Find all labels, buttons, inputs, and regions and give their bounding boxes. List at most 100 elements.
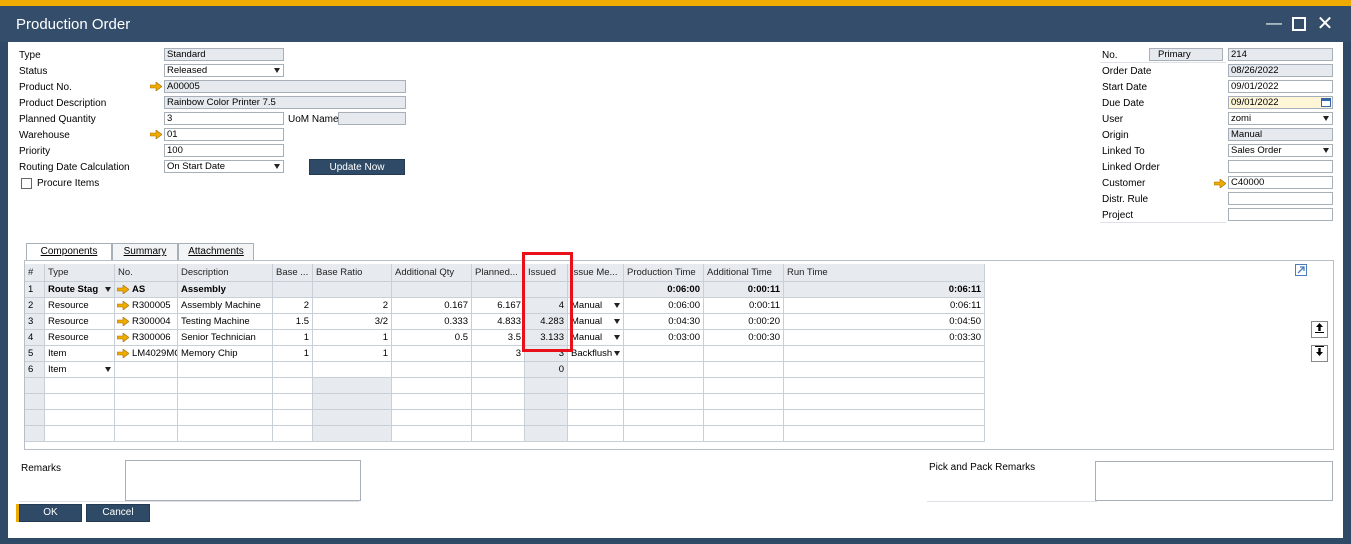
component-cell-run-time[interactable]: 0:04:50	[784, 314, 985, 330]
component-cell-base-ratio[interactable]: 2	[313, 298, 392, 314]
component-cell-run-time[interactable]	[784, 346, 985, 362]
component-cell-additional-time[interactable]: 0:00:30	[704, 330, 784, 346]
origin-field[interactable]: Manual	[1228, 128, 1333, 141]
component-cell-production-time[interactable]: 0:03:00	[624, 330, 704, 346]
type-field[interactable]: Standard	[164, 48, 284, 61]
chevron-down-icon[interactable]	[614, 303, 620, 308]
due-date-field[interactable]: 09/01/2022	[1228, 96, 1333, 109]
ok-button[interactable]: OK	[19, 504, 82, 522]
priority-field[interactable]: 100	[164, 144, 284, 157]
component-cell-additional-time[interactable]: 0:00:11	[704, 298, 784, 314]
component-cell-issue-method[interactable]: Manual	[568, 298, 624, 314]
cancel-button[interactable]: Cancel	[86, 504, 150, 522]
component-cell-type[interactable]: Item	[45, 346, 115, 362]
component-cell-planned-qty[interactable]: 4.833	[472, 314, 525, 330]
procure-items-checkbox[interactable]	[21, 178, 32, 189]
component-cell-type[interactable]: Resource	[45, 330, 115, 346]
doc-no-field[interactable]: 214	[1228, 48, 1333, 61]
minimize-icon[interactable]: —	[1262, 12, 1286, 36]
component-cell-item-no[interactable]: LM4029MC	[115, 346, 178, 362]
component-cell-description[interactable]: Senior Technician	[178, 330, 273, 346]
component-cell-item-no[interactable]: R300005	[115, 298, 178, 314]
component-cell-issue-method[interactable]: Backflush	[568, 346, 624, 362]
column-header-base-qty[interactable]: Base ...	[273, 264, 313, 282]
component-cell-description[interactable]: Testing Machine	[178, 314, 273, 330]
component-cell-additional-qty[interactable]: 0.5	[392, 330, 472, 346]
component-cell-run-time[interactable]	[784, 362, 985, 378]
update-now-button[interactable]: Update Now	[309, 159, 405, 175]
component-cell-planned-qty[interactable]: 6.167	[472, 298, 525, 314]
maximize-icon[interactable]	[1287, 12, 1311, 36]
pick-pack-textarea[interactable]	[1095, 461, 1333, 501]
chevron-down-icon[interactable]	[105, 367, 111, 372]
product-desc-field[interactable]: Rainbow Color Printer 7.5	[164, 96, 406, 109]
linked-order-field[interactable]	[1228, 160, 1333, 173]
close-icon[interactable]: ✕	[1313, 12, 1337, 36]
chevron-down-icon[interactable]	[614, 335, 620, 340]
uom-field[interactable]	[338, 112, 406, 125]
series-field[interactable]: Primary	[1149, 48, 1223, 61]
component-cell-run-time[interactable]: 0:03:30	[784, 330, 985, 346]
component-cell-planned-qty[interactable]	[472, 362, 525, 378]
component-cell-run-time[interactable]: 0:06:11	[784, 298, 985, 314]
component-cell-additional-qty[interactable]: 0.333	[392, 314, 472, 330]
component-cell-production-time[interactable]: 0:04:30	[624, 314, 704, 330]
user-select[interactable]: zomi	[1228, 112, 1333, 125]
component-cell-base-ratio[interactable]	[313, 362, 392, 378]
component-cell-base-ratio[interactable]: 1	[313, 330, 392, 346]
column-header-row-num[interactable]: #	[25, 264, 45, 282]
link-arrow-icon[interactable]	[1214, 179, 1226, 188]
column-header-additional-time[interactable]: Additional Time	[704, 264, 784, 282]
component-cell-additional-time[interactable]	[704, 362, 784, 378]
calendar-icon[interactable]	[1321, 98, 1331, 107]
linked-to-select[interactable]: Sales Order	[1228, 144, 1333, 157]
component-cell-production-time[interactable]: 0:06:00	[624, 298, 704, 314]
column-header-issue-method[interactable]: Issue Me...	[568, 264, 624, 282]
link-arrow-icon[interactable]	[117, 285, 129, 294]
component-cell-base-qty[interactable]	[273, 362, 313, 378]
tab-attachments[interactable]: Attachments	[178, 243, 254, 261]
component-cell-production-time[interactable]	[624, 346, 704, 362]
column-header-description[interactable]: Description	[178, 264, 273, 282]
component-cell-base-qty[interactable]: 1	[273, 346, 313, 362]
remarks-textarea[interactable]	[125, 460, 361, 501]
component-cell-production-time[interactable]	[624, 362, 704, 378]
component-cell-type[interactable]: Resource	[45, 314, 115, 330]
product-no-field[interactable]: A00005	[164, 80, 406, 93]
component-cell-issue-method[interactable]: Manual	[568, 330, 624, 346]
link-arrow-icon[interactable]	[117, 301, 129, 310]
tab-summary[interactable]: Summary	[112, 243, 178, 261]
component-cell-description[interactable]	[178, 362, 273, 378]
component-cell-additional-qty[interactable]	[392, 346, 472, 362]
component-cell-base-ratio[interactable]: 3/2	[313, 314, 392, 330]
component-cell-item-no[interactable]	[115, 362, 178, 378]
component-cell-description[interactable]: Assembly Machine	[178, 298, 273, 314]
tab-components[interactable]: Components	[26, 243, 112, 261]
component-cell-issue-method[interactable]	[568, 362, 624, 378]
project-field[interactable]	[1228, 208, 1333, 221]
component-cell-additional-time[interactable]: 0:00:20	[704, 314, 784, 330]
start-date-field[interactable]: 09/01/2022	[1228, 80, 1333, 93]
column-header-production-time[interactable]: Production Time	[624, 264, 704, 282]
link-arrow-icon[interactable]	[117, 349, 129, 358]
component-cell-base-qty[interactable]: 2	[273, 298, 313, 314]
component-cell-item-no[interactable]: R300004	[115, 314, 178, 330]
component-cell-planned-qty[interactable]: 3	[472, 346, 525, 362]
component-cell-additional-qty[interactable]	[392, 362, 472, 378]
component-cell-issue-method[interactable]: Manual	[568, 314, 624, 330]
link-arrow-icon[interactable]	[150, 130, 162, 139]
column-header-type[interactable]: Type	[45, 264, 115, 282]
distr-rule-field[interactable]	[1228, 192, 1333, 205]
component-cell-additional-qty[interactable]: 0.167	[392, 298, 472, 314]
column-header-planned-qty[interactable]: Planned...	[472, 264, 525, 282]
column-header-additional-qty[interactable]: Additional Qty	[392, 264, 472, 282]
status-select[interactable]: Released	[164, 64, 284, 77]
order-date-field[interactable]: 08/26/2022	[1228, 64, 1333, 77]
chevron-down-icon[interactable]	[614, 319, 620, 324]
component-cell-item-no[interactable]: R300006	[115, 330, 178, 346]
routing-select[interactable]: On Start Date	[164, 160, 284, 173]
column-header-base-ratio[interactable]: Base Ratio	[313, 264, 392, 282]
chevron-down-icon[interactable]	[105, 287, 111, 292]
planned-qty-field[interactable]: 3	[164, 112, 284, 125]
component-cell-base-ratio[interactable]: 1	[313, 346, 392, 362]
